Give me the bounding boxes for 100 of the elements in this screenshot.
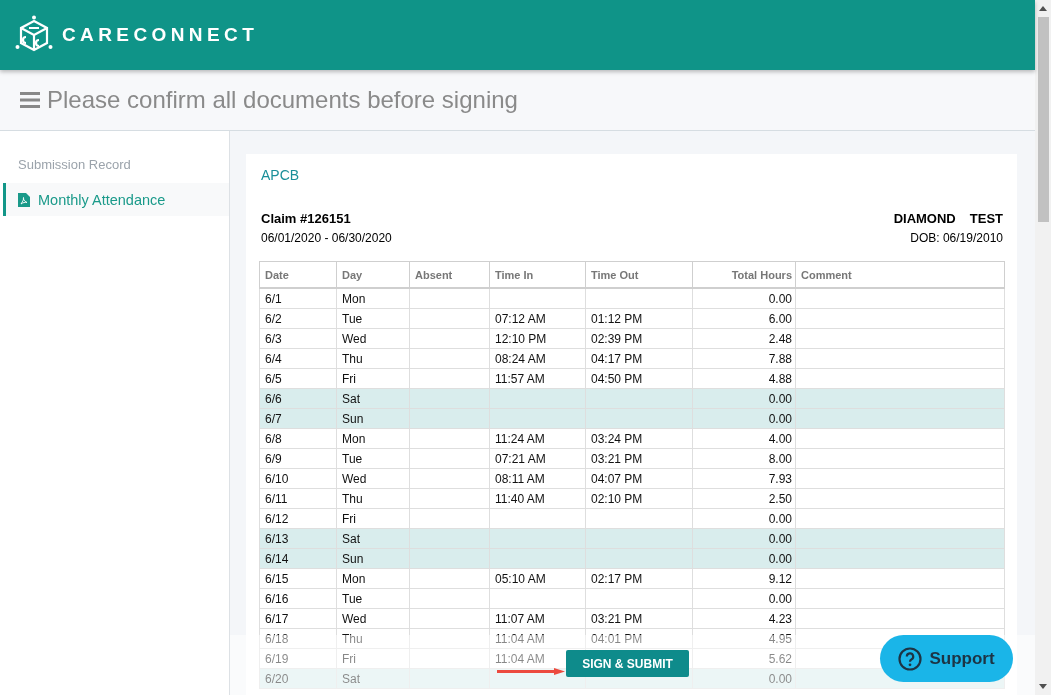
column-header: Time In	[489, 261, 586, 288]
day-text: Wed	[342, 471, 367, 486]
hours-value: 5.62	[768, 651, 792, 666]
hours-value: 0.00	[768, 511, 792, 526]
hours-value: 6.00	[768, 311, 792, 326]
time-text: 03:24 PM	[591, 431, 643, 446]
hours-value: 0.00	[768, 591, 792, 606]
time-text: 11:24 AM	[495, 431, 545, 446]
menu-icon[interactable]	[20, 91, 40, 109]
time-text: 08:11 AM	[495, 471, 545, 486]
time-text: 12:10 PM	[495, 331, 547, 346]
time-text: 01:12 PM	[591, 311, 643, 326]
day-text: Sat	[342, 391, 360, 406]
date-text: 6/18	[265, 631, 289, 646]
day-text: Fri	[342, 371, 356, 386]
column-header: Comment	[795, 261, 1005, 288]
day-text: Mon	[342, 571, 366, 586]
hours-value: 0.00	[768, 291, 792, 306]
sign-submit-button[interactable]: SIGN & SUBMIT	[566, 650, 689, 677]
day-text: Thu	[342, 491, 363, 506]
client-name: TEST	[969, 211, 1003, 226]
hours-value: 2.50	[768, 491, 792, 506]
date-text: 6/15	[265, 571, 289, 586]
time-text: 02:10 PM	[591, 491, 643, 506]
day-text: Wed	[342, 331, 367, 346]
support-button[interactable]: Support	[880, 635, 1013, 682]
scroll-up-icon[interactable]	[1039, 6, 1047, 11]
day-text: Tue	[342, 311, 363, 326]
day-text: Wed	[342, 611, 367, 626]
agency-name: APCB	[261, 167, 300, 183]
scrollbar-thumb[interactable]	[1037, 17, 1049, 222]
hours-value: 4.88	[768, 371, 792, 386]
date-text: 6/3	[265, 331, 282, 346]
page-title: Please confirm all documents before signing	[47, 86, 518, 114]
date-text: 6/17	[265, 611, 289, 626]
hours-value: 0.00	[768, 391, 792, 406]
time-text: 07:21 AM	[495, 451, 546, 466]
day-text: Sun	[342, 411, 364, 426]
hours-value: 4.95	[768, 631, 792, 646]
day-text: Tue	[342, 451, 363, 466]
time-text: 02:39 PM	[591, 331, 643, 346]
hours-value: 4.23	[768, 611, 792, 626]
pdf-file-icon	[18, 192, 30, 207]
hours-value: 2.48	[768, 331, 792, 346]
arrow-icon	[497, 668, 566, 675]
time-text: 11:07 AM	[495, 611, 545, 626]
column-header: Date	[259, 261, 337, 288]
time-text: 04:50 PM	[591, 371, 643, 386]
day-text: Thu	[342, 351, 363, 366]
time-text: 03:21 PM	[591, 451, 643, 466]
time-text: 04:17 PM	[591, 351, 643, 366]
scroll-down-icon[interactable]	[1039, 684, 1047, 689]
date-text: 6/10	[265, 471, 289, 486]
date-text: 6/5	[265, 371, 282, 386]
column-header: Total Hours	[692, 261, 796, 288]
hours-value: 0.00	[768, 671, 792, 686]
date-text: 6/2	[265, 311, 282, 326]
sidebar-heading: Submission Record	[17, 157, 131, 172]
day-text: Mon	[342, 431, 366, 446]
time-text: 04:07 PM	[591, 471, 643, 486]
date-text: 6/11	[265, 491, 288, 506]
day-text: Tue	[342, 591, 363, 606]
day-text: Thu	[342, 631, 363, 646]
brand-name: CARECONNECT	[62, 24, 259, 46]
hours-value: 4.00	[768, 431, 792, 446]
day-text: Fri	[342, 511, 356, 526]
date-text: 6/6	[265, 391, 282, 406]
time-text: 03:21 PM	[591, 611, 643, 626]
time-text: 05:10 AM	[495, 571, 546, 586]
time-text: 04:01 PM	[591, 631, 643, 646]
claim-period: 06/01/2020 - 06/30/2020	[261, 231, 392, 245]
time-text: 11:40 AM	[495, 491, 545, 506]
hours-value: 7.93	[768, 471, 792, 486]
day-text: Sat	[342, 671, 360, 686]
date-text: 6/16	[265, 591, 289, 606]
client-name: DIAMOND	[893, 211, 956, 226]
day-text: Mon	[342, 291, 366, 306]
date-text: 6/20	[265, 671, 289, 686]
hours-value: 0.00	[768, 551, 792, 566]
date-text: 6/8	[265, 431, 282, 446]
date-text: 6/7	[265, 411, 282, 426]
date-text: 6/1	[265, 291, 282, 306]
hours-value: 7.88	[768, 351, 792, 366]
date-text: 6/4	[265, 351, 282, 366]
day-text: Sun	[342, 551, 364, 566]
hours-value: 9.12	[768, 571, 792, 586]
date-text: 6/12	[265, 511, 289, 526]
column-header: Time Out	[585, 261, 693, 288]
time-text: 11:04 AM	[495, 651, 545, 666]
date-text: 6/19	[265, 651, 289, 666]
sidebar-item[interactable]: Monthly Attendance	[3, 183, 229, 216]
day-text: Sat	[342, 531, 360, 546]
date-text: 6/13	[265, 531, 289, 546]
time-text: 11:04 AM	[495, 631, 545, 646]
hours-value: 0.00	[768, 531, 792, 546]
column-header: Day	[336, 261, 410, 288]
claim-number: Claim #126151	[261, 211, 352, 226]
hours-value: 8.00	[768, 451, 792, 466]
time-text: 11:57 AM	[495, 371, 545, 386]
time-text: 02:17 PM	[591, 571, 643, 586]
